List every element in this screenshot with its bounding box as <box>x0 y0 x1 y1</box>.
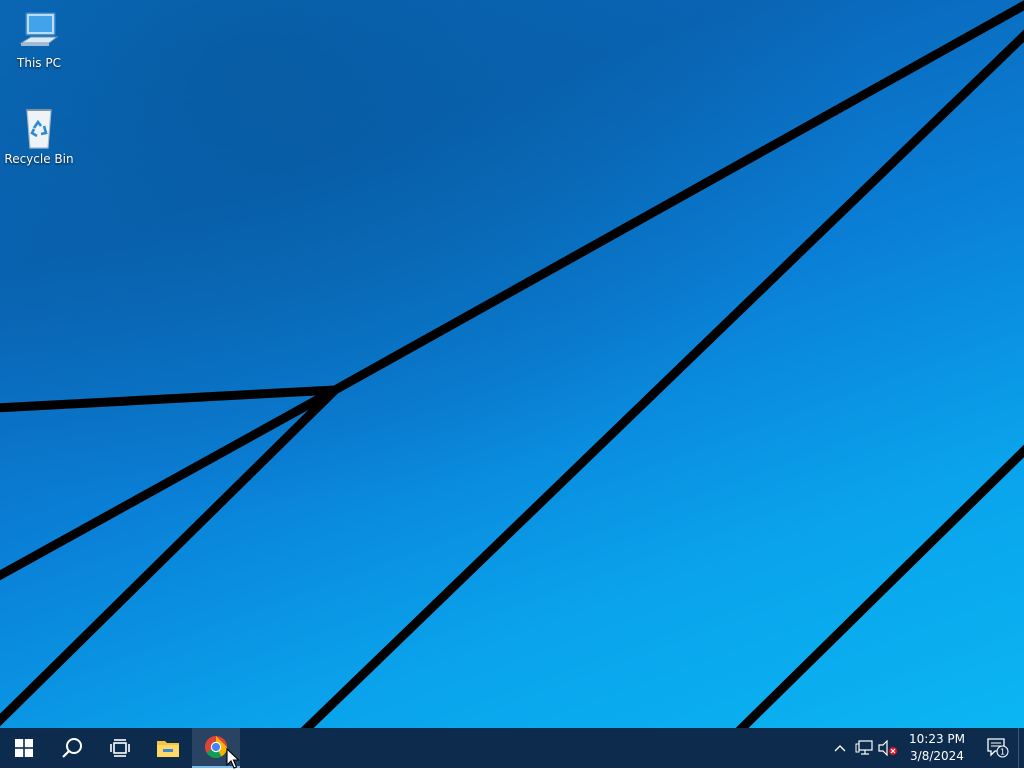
chevron-up-icon <box>834 745 846 752</box>
action-center-button[interactable]: 1 <box>978 728 1018 768</box>
show-desktop-button[interactable] <box>1018 728 1024 768</box>
wallpaper <box>0 0 1024 728</box>
task-view-button[interactable] <box>96 728 144 768</box>
notification-count: 1 <box>1000 748 1005 757</box>
clock-time: 10:23 PM <box>909 732 965 746</box>
taskbar: 10:23 PM 3/8/2024 1 <box>0 728 1024 768</box>
windows-logo-icon <box>15 739 33 757</box>
clock[interactable]: 10:23 PM 3/8/2024 <box>902 731 972 765</box>
task-view-icon <box>110 739 130 757</box>
computer-icon <box>19 12 59 46</box>
show-hidden-icons-button[interactable] <box>828 728 852 768</box>
network-icon <box>855 740 873 755</box>
search-icon <box>62 738 82 758</box>
mouse-cursor-icon <box>226 748 240 769</box>
volume-button[interactable] <box>876 728 900 768</box>
desktop-icon-recycle-bin[interactable]: Recycle Bin <box>1 106 77 166</box>
notification-icon: 1 <box>987 738 1009 758</box>
desktop-icon-this-pc[interactable]: This PC <box>1 10 77 70</box>
recycle-bin-icon <box>26 109 52 149</box>
file-explorer-button[interactable] <box>144 728 192 768</box>
search-button[interactable] <box>48 728 96 768</box>
desktop-icon-label: This PC <box>17 56 61 70</box>
system-tray: 10:23 PM 3/8/2024 1 <box>828 728 1024 768</box>
clock-date: 3/8/2024 <box>910 749 964 763</box>
folder-icon <box>157 741 179 757</box>
desktop-icon-label: Recycle Bin <box>4 152 74 166</box>
network-button[interactable] <box>852 728 876 768</box>
desktop: This PC Recycle Bin <box>0 0 1024 728</box>
chrome-icon <box>205 736 227 758</box>
start-button[interactable] <box>0 728 48 768</box>
volume-muted-icon <box>878 740 897 756</box>
